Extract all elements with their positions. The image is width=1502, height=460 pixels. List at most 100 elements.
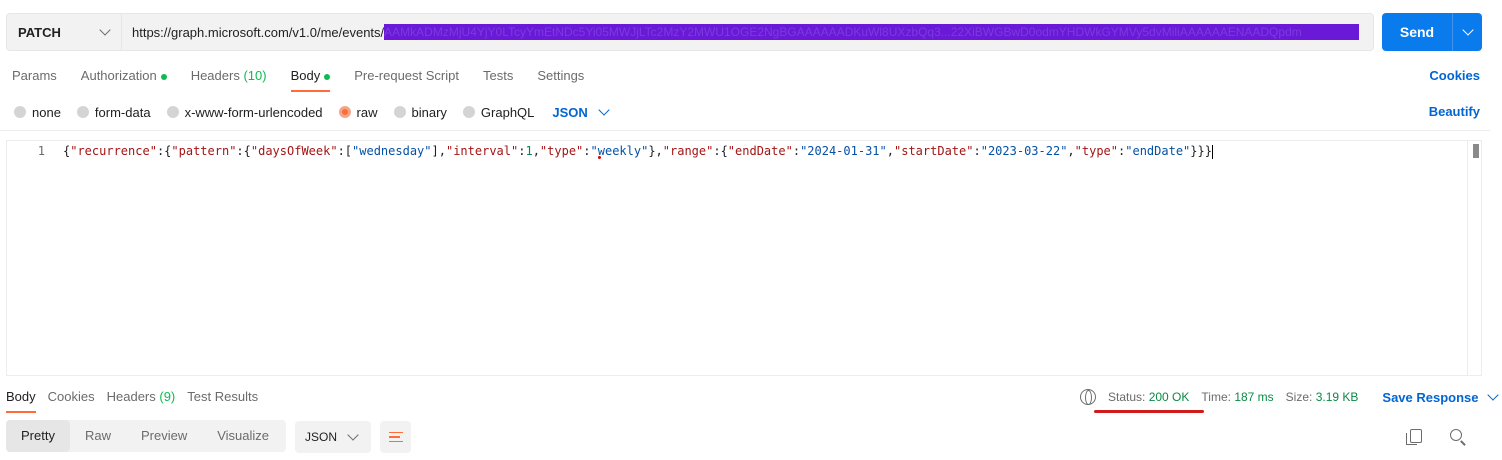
code-token: },	[648, 144, 663, 158]
chevron-down-icon	[1486, 389, 1499, 401]
response-tab-headers-label: Headers	[106, 389, 156, 404]
code-token: "2024-01-31"	[800, 144, 887, 158]
tab-prerequest-script[interactable]: Pre-request Script	[342, 62, 471, 90]
view-preview[interactable]: Preview	[126, 420, 202, 452]
tab-prerequest-label: Pre-request Script	[354, 68, 459, 83]
tab-params[interactable]: Params	[0, 62, 69, 90]
body-format-value: JSON	[552, 104, 588, 120]
tab-body-label: Body	[290, 68, 321, 83]
chevron-down-icon	[347, 429, 359, 441]
size-value: 3.19 KB	[1315, 390, 1359, 404]
code-token: ,	[886, 144, 894, 158]
body-type-radios: none form-data x-www-form-urlencoded raw…	[14, 102, 610, 122]
lint-marker	[598, 156, 601, 159]
code-token: "daysOfWeek"	[250, 144, 338, 158]
radio-raw[interactable]: raw	[338, 104, 378, 120]
tab-authorization-label: Authorization	[80, 68, 157, 83]
copy-icon[interactable]	[1406, 429, 1422, 445]
status-label: Status:	[1108, 390, 1146, 404]
radio-urlencoded-label: x-www-form-urlencoded	[184, 104, 323, 120]
body-format-select[interactable]: JSON	[552, 104, 610, 120]
save-response-label: Save Response	[1382, 389, 1479, 405]
scrollbar-thumb[interactable]	[1473, 144, 1479, 158]
response-tab-body-label: Body	[6, 389, 36, 404]
code-token: }}}	[1190, 144, 1212, 158]
radio-graphql[interactable]: GraphQL	[462, 104, 535, 120]
response-tab-headers[interactable]: Headers (9)	[101, 383, 182, 411]
response-view-segmented: Pretty Raw Preview Visualize	[6, 420, 286, 452]
view-pretty[interactable]: Pretty	[6, 420, 70, 452]
radio-circle	[76, 106, 89, 118]
tab-settings[interactable]: Settings	[525, 62, 596, 90]
chevron-down-icon	[1461, 24, 1474, 36]
tab-tests-label: Tests	[482, 68, 514, 83]
code-token: 1	[525, 144, 533, 158]
view-raw[interactable]: Raw	[70, 420, 126, 452]
beautify-link[interactable]: Beautify	[1429, 104, 1480, 119]
url-input[interactable]: https://graph.microsoft.com/v1.0/me/even…	[122, 13, 1374, 51]
send-button[interactable]: Send	[1382, 24, 1452, 40]
response-tabs: Body Cookies Headers (9) Test Results	[0, 383, 264, 413]
cookies-link[interactable]: Cookies	[1429, 68, 1480, 83]
radio-urlencoded[interactable]: x-www-form-urlencoded	[166, 104, 323, 120]
time-value: 187 ms	[1234, 390, 1274, 404]
radio-circle	[393, 106, 406, 118]
response-format-select[interactable]: JSON	[295, 421, 371, 453]
tab-body[interactable]: Body	[279, 62, 343, 92]
send-button-group: Send	[1382, 13, 1482, 51]
size-group[interactable]: Size: 3.19 KB	[1286, 390, 1359, 404]
response-tab-test-results[interactable]: Test Results	[181, 383, 264, 411]
tab-headers-label: Headers	[190, 68, 240, 83]
time-group[interactable]: Time: 187 ms	[1201, 390, 1273, 404]
save-response-button[interactable]: Save Response	[1382, 389, 1499, 405]
search-icon[interactable]	[1450, 429, 1462, 441]
code-token: "2023-03-22"	[980, 144, 1068, 158]
radio-form-data[interactable]: form-data	[76, 104, 151, 120]
tab-settings-label: Settings	[537, 68, 585, 83]
body-editor[interactable]: 1 {"recurrence":{"pattern":{"daysOfWeek"…	[6, 140, 1482, 376]
response-tab-cookies[interactable]: Cookies	[42, 383, 101, 411]
code-token: "endDate"	[1125, 144, 1191, 158]
radio-graphql-label: GraphQL	[480, 104, 535, 120]
send-dropdown-button[interactable]	[1453, 24, 1482, 36]
size-label: Size:	[1285, 390, 1313, 404]
tab-authorization[interactable]: Authorization	[69, 62, 179, 90]
code-token: :	[792, 144, 801, 158]
tab-tests[interactable]: Tests	[471, 62, 525, 90]
divider	[0, 130, 1490, 131]
status-value: 200 OK	[1148, 390, 1190, 404]
code-token: ],	[431, 144, 446, 158]
status-group[interactable]: Status: 200 OK	[1108, 390, 1189, 404]
code-token: "startDate"	[894, 144, 974, 158]
line-number: 1	[37, 144, 45, 158]
radio-form-data-label: form-data	[94, 104, 151, 120]
editor-scrollbar[interactable]	[1467, 141, 1481, 375]
body-indicator-dot	[324, 73, 331, 80]
code-token: :{	[236, 144, 251, 158]
tab-headers[interactable]: Headers (10)	[179, 62, 279, 90]
view-visualize[interactable]: Visualize	[202, 420, 284, 452]
wrap-lines-button[interactable]	[380, 421, 411, 453]
response-tab-body[interactable]: Body	[0, 383, 42, 413]
response-status-bar: Status: 200 OK Time: 187 ms Size: 3.19 K…	[1080, 389, 1499, 405]
radio-circle-selected	[338, 106, 351, 118]
chevron-down-icon	[99, 24, 111, 36]
code-token: ,	[532, 144, 540, 158]
code-token: "interval"	[445, 144, 519, 158]
code-token: "type"	[1074, 144, 1119, 158]
method-select[interactable]: PATCH	[6, 13, 122, 51]
globe-icon[interactable]	[1080, 389, 1096, 405]
code-token: "endDate"	[727, 144, 793, 158]
request-tabs: Params Authorization Headers (10) Body P…	[0, 62, 596, 92]
annotation-underline	[1094, 410, 1204, 413]
code-token: "wednesday"	[352, 144, 432, 158]
method-value: PATCH	[18, 24, 61, 40]
radio-binary[interactable]: binary	[393, 105, 447, 120]
radio-raw-label: raw	[356, 104, 378, 120]
code-token: "recurrence"	[70, 144, 157, 158]
wrap-lines-icon	[388, 432, 403, 442]
code-token: :{	[713, 144, 728, 158]
response-headers-count: (9)	[159, 389, 176, 404]
code-line: {"recurrence":{"pattern":{"daysOfWeek":[…	[63, 144, 1213, 159]
radio-none[interactable]: none	[14, 105, 61, 120]
